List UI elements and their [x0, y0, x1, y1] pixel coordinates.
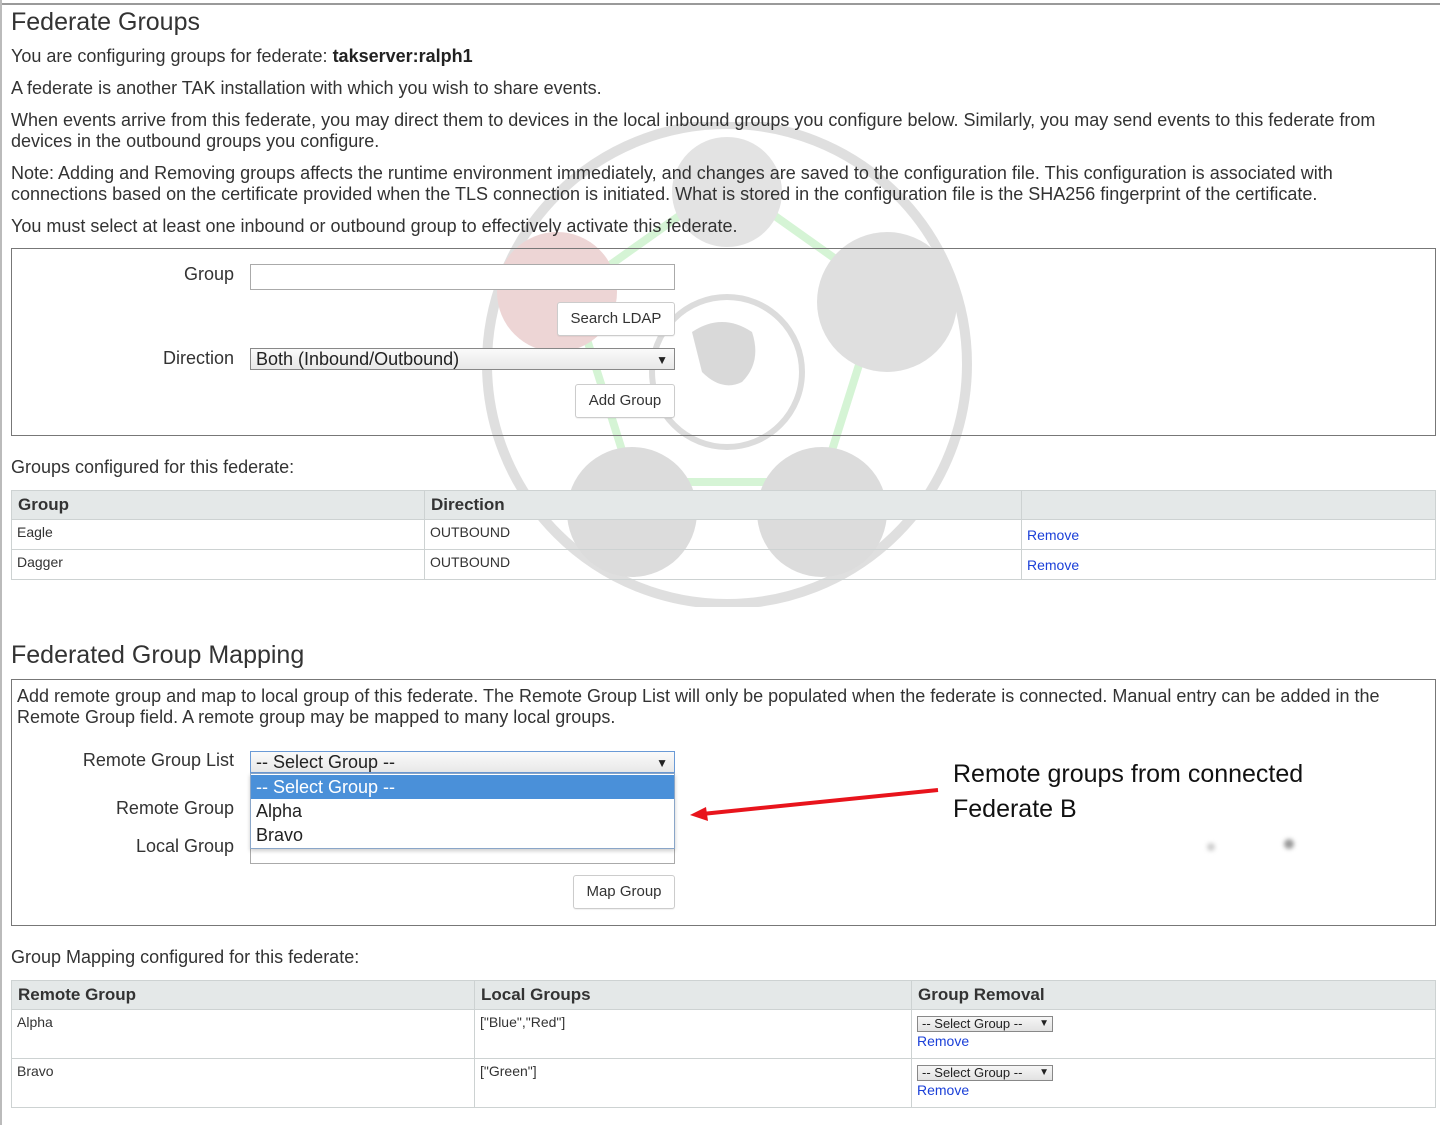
search-ldap-button[interactable]: Search LDAP	[557, 302, 675, 336]
page-title: Federate Groups	[11, 8, 200, 36]
remote-group-cell: Bravo	[11, 1058, 475, 1108]
group-input[interactable]	[250, 264, 675, 290]
removal-group-select[interactable]: -- Select Group -- ▼	[917, 1065, 1053, 1081]
mapping-configured-heading: Group Mapping configured for this federa…	[11, 947, 360, 967]
header-local-groups: Local Groups	[474, 980, 912, 1010]
mapping-description: Add remote group and map to local group …	[17, 686, 1380, 727]
remote-group-list-value: -- Select Group --	[256, 752, 396, 772]
annotation-text: Remote groups from connected Federate B	[953, 760, 1304, 823]
group-label: Group	[183, 264, 234, 284]
table-header-row: Group Direction	[11, 490, 1436, 520]
removal-group-select[interactable]: -- Select Group -- ▼	[917, 1016, 1053, 1032]
top-border	[0, 3, 1440, 5]
table-row: Alpha ["Blue","Red"] -- Select Group -- ▼…	[11, 1009, 1436, 1059]
description-4: You must select at least one inbound or …	[11, 216, 738, 236]
chevron-down-icon: ▼	[656, 353, 668, 367]
remove-link[interactable]: Remove	[1027, 557, 1079, 573]
remote-group-label: Remote Group	[115, 798, 234, 818]
table-row: Bravo ["Green"] -- Select Group -- ▼ Remo…	[11, 1058, 1436, 1108]
add-group-button[interactable]: Add Group	[575, 384, 675, 418]
direction-cell: OUTBOUND	[424, 519, 1022, 550]
map-group-button[interactable]: Map Group	[573, 875, 675, 909]
table-row: Eagle OUTBOUND Remove	[11, 519, 1436, 550]
chevron-down-icon: ▼	[1039, 1018, 1049, 1029]
blur-artifact	[1207, 843, 1215, 851]
local-groups-cell: ["Green"]	[474, 1058, 912, 1108]
dropdown-option-bravo[interactable]: Bravo	[251, 823, 674, 847]
dropdown-option-alpha[interactable]: Alpha	[251, 799, 674, 823]
direction-label: Direction	[162, 348, 234, 368]
description-2: When events arrive from this federate, y…	[11, 110, 1376, 151]
description-1: A federate is another TAK installation w…	[11, 78, 602, 98]
remote-group-list-select[interactable]: -- Select Group -- ▼	[250, 751, 675, 773]
dropdown-option-select-group[interactable]: -- Select Group --	[251, 775, 674, 799]
table-row: Dagger OUTBOUND Remove	[11, 549, 1436, 580]
local-groups-cell: ["Blue","Red"]	[474, 1009, 912, 1059]
mapping-table: Remote Group Local Groups Group Removal …	[11, 980, 1436, 1108]
header-group: Group	[11, 490, 425, 520]
group-cell: Dagger	[11, 549, 425, 580]
remove-link[interactable]: Remove	[1027, 527, 1079, 543]
description-3: Note: Adding and Removing groups affects…	[11, 163, 1333, 204]
groups-configured-heading: Groups configured for this federate:	[11, 457, 295, 477]
blur-artifact	[1284, 839, 1294, 849]
left-border	[0, 0, 2, 1125]
direction-select[interactable]: Both (Inbound/Outbound) ▼	[250, 348, 675, 370]
configuring-text: You are configuring groups for federate:…	[11, 46, 473, 66]
groups-table: Group Direction Eagle OUTBOUND Remove Da…	[11, 490, 1436, 580]
remote-group-dropdown: -- Select Group -- Alpha Bravo	[250, 773, 675, 849]
header-action	[1021, 490, 1436, 520]
header-group-removal: Group Removal	[911, 980, 1436, 1010]
remote-group-list-label: Remote Group List	[82, 750, 234, 770]
header-direction: Direction	[424, 490, 1022, 520]
group-cell: Eagle	[11, 519, 425, 550]
local-group-label: Local Group	[135, 836, 234, 856]
annotation-arrow	[690, 788, 939, 821]
direction-value: Both (Inbound/Outbound)	[256, 349, 460, 369]
table-header-row: Remote Group Local Groups Group Removal	[11, 980, 1436, 1010]
header-remote-group: Remote Group	[11, 980, 475, 1010]
direction-cell: OUTBOUND	[424, 549, 1022, 580]
chevron-down-icon: ▼	[1039, 1067, 1049, 1078]
remove-link[interactable]: Remove	[917, 1082, 969, 1098]
remote-group-cell: Alpha	[11, 1009, 475, 1059]
federate-name: takserver:ralph1	[332, 46, 473, 66]
mapping-title: Federated Group Mapping	[11, 641, 305, 669]
remove-link[interactable]: Remove	[917, 1033, 969, 1049]
chevron-down-icon: ▼	[656, 756, 668, 770]
